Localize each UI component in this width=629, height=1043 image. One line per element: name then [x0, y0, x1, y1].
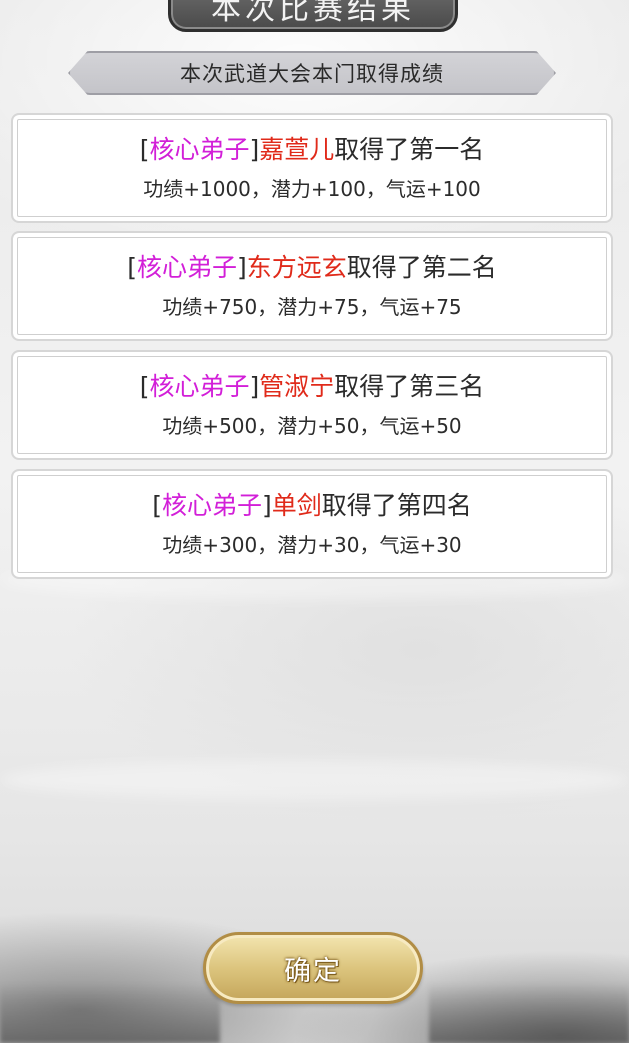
disciple-name: 东方远玄: [246, 252, 347, 282]
bracket-close: ]: [261, 490, 272, 520]
bracket-close: ]: [249, 134, 260, 164]
disciple-name: 单剑: [271, 490, 322, 520]
bracket-open: [: [127, 252, 137, 282]
title-banner: 本次比赛结果: [168, 0, 458, 32]
result-headline: [核心弟子]东方远玄取得了第二名: [127, 253, 497, 283]
reward-text: 功绩+1000，潜力+100，气运+100: [143, 176, 481, 201]
confirm-button-label: 确定: [284, 955, 342, 987]
disciple-name: 嘉萱儿: [259, 134, 335, 164]
mountain-right-decoration: [429, 983, 629, 1043]
result-card-1: [核心弟子]嘉萱儿取得了第一名 功绩+1000，潜力+100，气运+100: [11, 113, 613, 223]
reward-text: 功绩+750，潜力+75，气运+75: [162, 294, 462, 319]
placement-text: 取得了第一名: [334, 134, 485, 164]
disciple-rank-tag: 核心弟子: [161, 490, 262, 520]
result-card-2: [核心弟子]东方远玄取得了第二名 功绩+750，潜力+75，气运+75: [11, 231, 613, 341]
mist-layer: [0, 760, 629, 800]
bracket-close: ]: [249, 371, 260, 401]
bracket-open: [: [139, 371, 150, 401]
placement-text: 取得了第二名: [346, 252, 497, 282]
bracket-open: [: [152, 490, 162, 520]
subtitle-text: 本次武道大会本门取得成绩: [180, 62, 444, 86]
disciple-rank-tag: 核心弟子: [149, 134, 250, 164]
placement-text: 取得了第四名: [321, 490, 472, 520]
result-card-3: [核心弟子]管淑宁取得了第三名 功绩+500，潜力+50，气运+50: [11, 350, 613, 460]
result-card-4: [核心弟子]单剑取得了第四名 功绩+300，潜力+30，气运+30: [11, 469, 613, 579]
reward-text: 功绩+500，潜力+50，气运+50: [162, 413, 462, 438]
mountain-left-decoration: [0, 983, 220, 1043]
result-headline: [核心弟子]嘉萱儿取得了第一名: [140, 135, 485, 165]
result-headline: [核心弟子]单剑取得了第四名: [152, 491, 472, 521]
page-title: 本次比赛结果: [211, 0, 415, 27]
disciple-name: 管淑宁: [259, 371, 335, 401]
disciple-rank-tag: 核心弟子: [149, 371, 250, 401]
reward-text: 功绩+300，潜力+30，气运+30: [162, 532, 462, 557]
disciple-rank-tag: 核心弟子: [136, 252, 237, 282]
result-headline: [核心弟子]管淑宁取得了第三名: [140, 372, 485, 402]
confirm-button[interactable]: 确定: [203, 932, 423, 1004]
bracket-open: [: [139, 134, 150, 164]
placement-text: 取得了第三名: [334, 371, 485, 401]
subtitle-bar: 本次武道大会本门取得成绩: [68, 51, 556, 95]
bracket-close: ]: [236, 252, 247, 282]
